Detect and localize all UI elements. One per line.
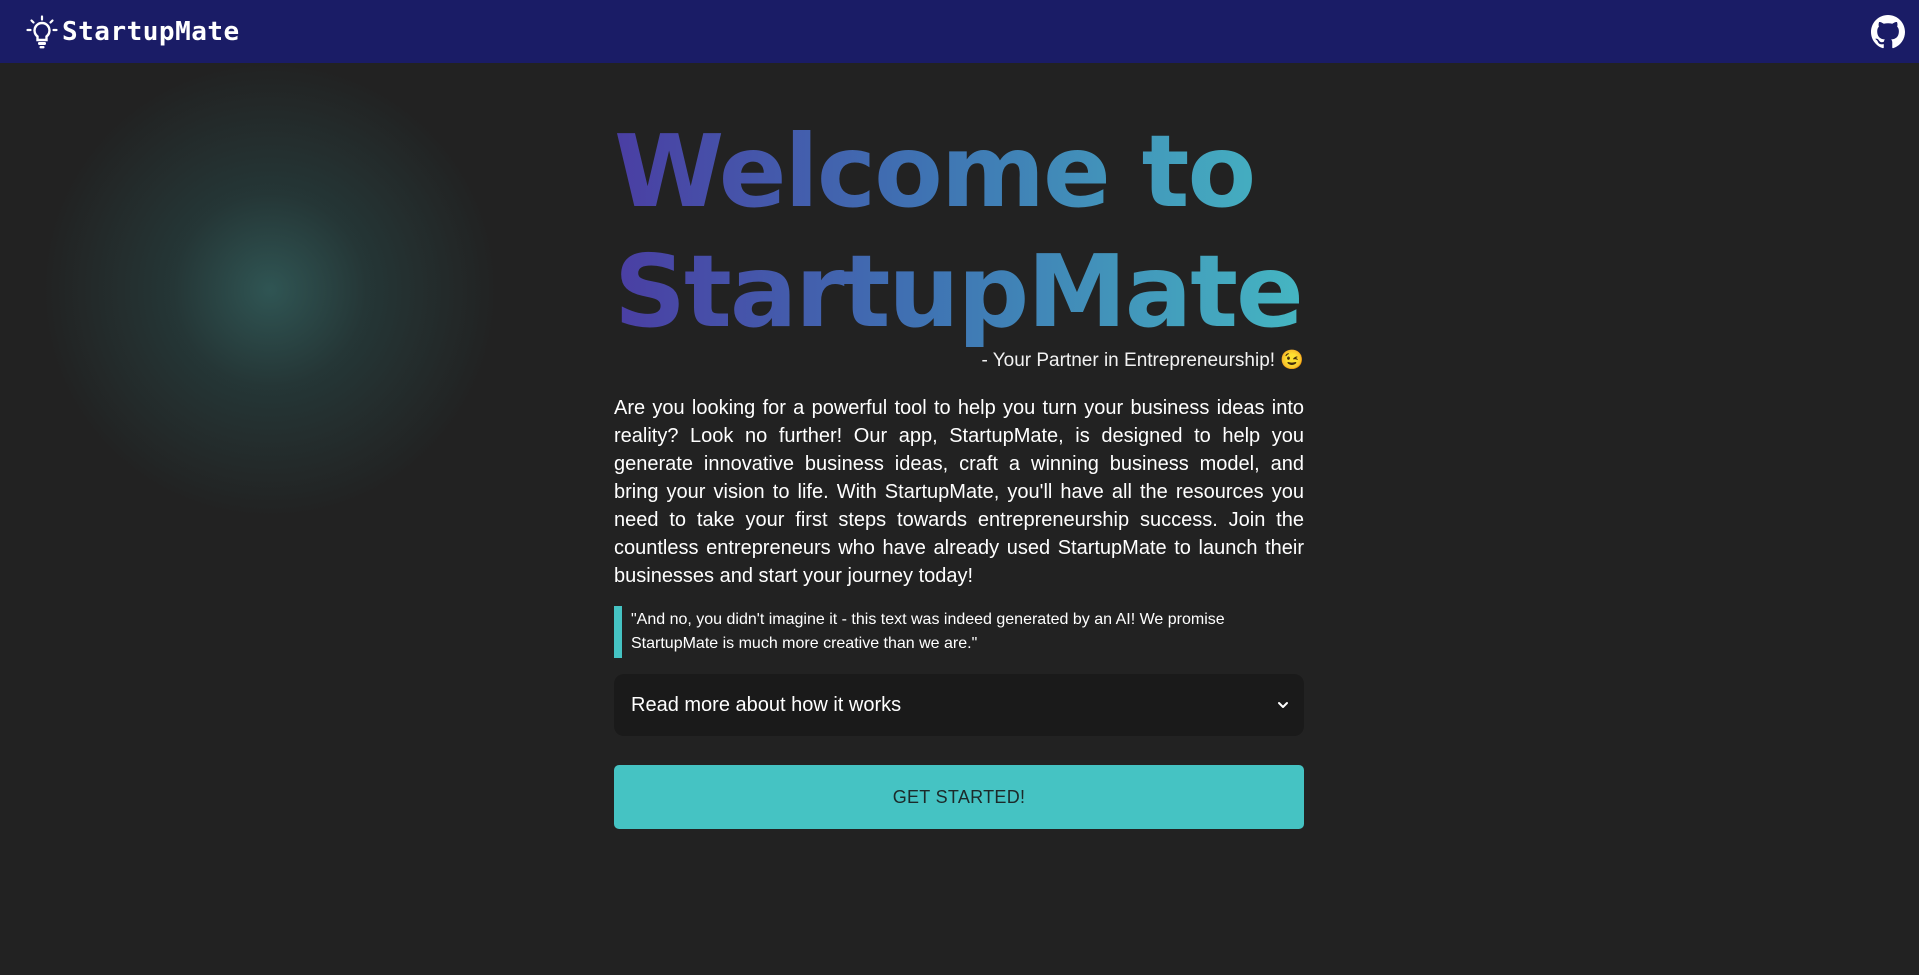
accordion-label: Read more about how it works	[631, 693, 902, 716]
hero-title: Welcome to StartupMate	[614, 112, 1304, 352]
read-more-accordion[interactable]: Read more about how it works	[614, 674, 1304, 736]
app-description: Are you looking for a powerful tool to h…	[614, 397, 1304, 587]
ai-quote: "And no, you didn't imagine it - this te…	[614, 606, 1304, 658]
get-started-button[interactable]: GET STARTED!	[614, 765, 1304, 829]
background-glow	[40, 60, 500, 520]
github-icon[interactable]	[1871, 14, 1905, 49]
main-content: Welcome to StartupMate - Your Partner in…	[614, 112, 1304, 829]
top-navbar: StartupMate	[0, 0, 1919, 63]
lightbulb-icon	[26, 14, 58, 48]
hero-title-line-2: StartupMate	[614, 233, 1302, 350]
brand-name: StartupMate	[62, 16, 240, 47]
chevron-down-icon	[1278, 702, 1288, 708]
hero-title-line-1: Welcome to	[614, 113, 1255, 230]
brand-link[interactable]: StartupMate	[26, 14, 240, 49]
